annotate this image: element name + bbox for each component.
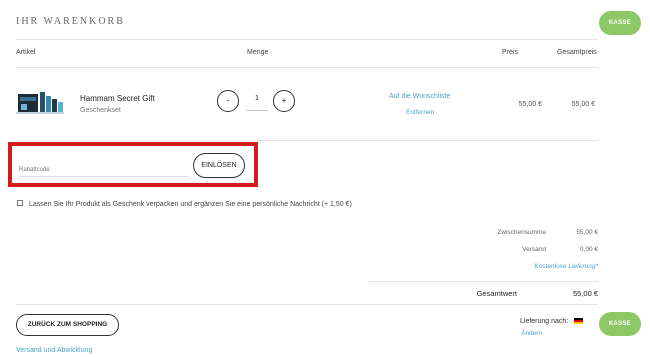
coupon-input-underline [19, 176, 189, 177]
gift-wrap-label: Lassen Sie Ihr Produkt als Geschenk verp… [29, 201, 352, 208]
product-subtitle: Geschenkset [80, 107, 121, 114]
divider [368, 281, 598, 282]
quantity-input[interactable]: 1 [246, 89, 268, 111]
divider [16, 39, 598, 40]
subtotal-label: Zwischensumme [497, 229, 546, 236]
item-price: 55,00 € [518, 101, 542, 108]
quantity-decrease-button[interactable]: - [217, 90, 239, 112]
grand-total-value: 55,00 € [572, 289, 598, 298]
redeem-coupon-button[interactable]: EINLÖSEN [193, 153, 245, 178]
divider [16, 304, 598, 305]
checkout-button-bottom[interactable]: KASSE [599, 312, 641, 336]
column-header-price: Preis [502, 49, 518, 56]
quantity-increase-button[interactable]: + [273, 90, 295, 112]
remove-item-link[interactable]: Entfernen [406, 109, 434, 116]
shipping-info-link[interactable]: Versand und Abwicklung [16, 347, 92, 354]
add-to-wishlist-link[interactable]: Auf die Wunschliste [389, 93, 450, 100]
column-header-quantity: Menge [247, 49, 269, 56]
free-shipping-link[interactable]: Kostenlose Lieferung* [470, 263, 598, 270]
product-image[interactable] [16, 88, 64, 116]
coupon-input[interactable]: Rabattcode [19, 167, 50, 173]
product-name[interactable]: Hammam Secret Gift [80, 94, 155, 103]
shipping-value: 0,00 € [579, 246, 598, 253]
column-header-article: Artikel [16, 49, 36, 56]
divider [16, 140, 598, 141]
delivery-country-label: Lieferung nach: [520, 318, 569, 325]
grand-total-label: Gesamtwert [476, 289, 517, 298]
divider [16, 67, 598, 68]
checkout-button-top[interactable]: KASSE [599, 11, 641, 35]
subtotal-value: 55,00 € [576, 229, 598, 236]
item-total: 55,00 € [571, 101, 595, 108]
column-header-total: Gesamtpreis [557, 49, 597, 56]
shipping-label: Versand [522, 246, 546, 253]
flag-germany-icon [574, 318, 583, 324]
change-country-link[interactable]: Ändern [521, 330, 542, 337]
page-title: IHR WARENKORB [16, 16, 125, 27]
back-to-shopping-button[interactable]: ZURÜCK ZUM SHOPPING [16, 314, 119, 336]
gift-wrap-checkbox[interactable] [17, 200, 23, 206]
